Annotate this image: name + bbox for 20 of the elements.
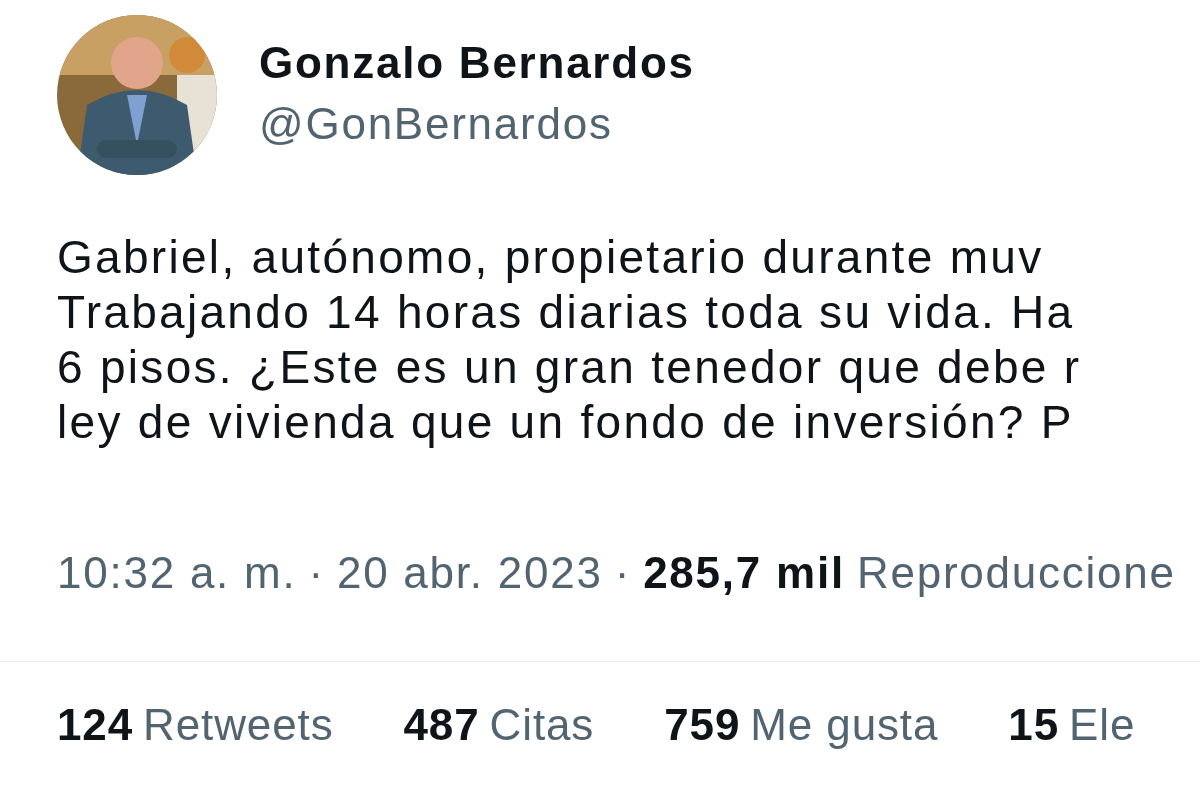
views-label: Reproduccione — [856, 547, 1176, 599]
stat-count: 15 — [1008, 699, 1060, 751]
separator-dot: · — [614, 547, 632, 599]
separator-dot: · — [308, 547, 325, 599]
tweet-text: Gabriel, autónomo, propietario durante muv — [57, 230, 1044, 285]
stat-label[interactable]: Ele — [1069, 692, 1136, 758]
tweet-text: 6 pisos. ¿Este es un gran tenedor que debe r — [57, 340, 1082, 395]
author-handle[interactable]: @GonBernardos — [259, 96, 695, 151]
view-count: 285,7 mil — [643, 547, 845, 599]
tweet-date[interactable]: 20 abr. 2023 — [336, 540, 603, 606]
stat-count: 759 — [664, 699, 741, 751]
tweet-text: Trabajando 14 horas diarias toda su vida. Ha — [57, 285, 1075, 340]
tweet-text: ley de vivienda que un fondo de inversión? P — [57, 395, 1074, 450]
stat-count: 124 — [57, 699, 134, 751]
stat-count: 487 — [403, 699, 480, 751]
tweet-time[interactable]: 10:32 a. m. — [57, 540, 297, 606]
stat-label[interactable]: Citas — [489, 692, 595, 758]
stat-label[interactable]: Me gusta — [750, 692, 939, 758]
stat-label[interactable]: Retweets — [143, 692, 334, 758]
author-name[interactable]: Gonzalo Bernardos — [259, 35, 695, 90]
